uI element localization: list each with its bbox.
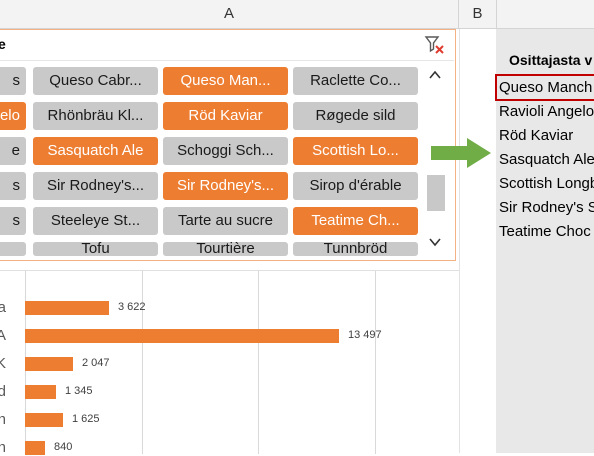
column-divider: [496, 0, 497, 28]
slicer-item[interactable]: Tunnbröd: [293, 242, 418, 256]
slicer-item[interactable]: Sasquatch Ale: [33, 137, 158, 165]
slicer-item[interactable]: Tourtière: [163, 242, 288, 256]
slicer-item[interactable]: Røgede sild: [293, 102, 418, 130]
category-label: d: [0, 383, 6, 400]
chevron-down-icon[interactable]: [428, 235, 442, 249]
data-label: 1 345: [65, 385, 93, 397]
slicer-item[interactable]: e: [0, 137, 26, 165]
list-item[interactable]: Teatime Choc: [499, 223, 591, 240]
category-label: a: [0, 299, 6, 316]
column-header-a[interactable]: A: [0, 0, 458, 28]
slicer-item[interactable]: Schoggi Sch...: [163, 137, 288, 165]
slicer-item[interactable]: Raclette Co...: [293, 67, 418, 95]
bar[interactable]: [25, 357, 73, 371]
category-label: K: [0, 355, 7, 372]
list-item[interactable]: Sasquatch Ale: [499, 151, 594, 168]
helper-list-title: Osittajasta v: [509, 52, 593, 68]
slicer-item[interactable]: Sirop d'érable: [293, 172, 418, 200]
data-label: 13 497: [348, 329, 382, 341]
slicer-item[interactable]: s: [0, 172, 26, 200]
clear-filter-icon[interactable]: [424, 34, 446, 56]
list-item[interactable]: Queso Manch: [499, 79, 592, 96]
chevron-up-icon[interactable]: [428, 68, 442, 82]
slicer-item[interactable]: Rhönbräu Kl...: [33, 102, 158, 130]
slicer-title: e: [0, 36, 6, 52]
slicer-item[interactable]: Scottish Lo...: [293, 137, 418, 165]
data-label: 2 047: [82, 357, 110, 369]
right-arrow-icon: [431, 138, 491, 168]
data-label: 3 622: [118, 301, 146, 313]
bar[interactable]: [25, 385, 56, 399]
gridline: [141, 271, 143, 454]
slicer-item[interactable]: Tofu: [33, 242, 158, 256]
slicer-item[interactable]: Queso Man...: [163, 67, 288, 95]
category-label: n: [0, 439, 6, 456]
slicer-item[interactable]: s: [0, 67, 26, 95]
list-item[interactable]: Scottish Longb: [499, 175, 594, 192]
bar[interactable]: [25, 301, 109, 315]
bar[interactable]: [25, 413, 63, 427]
slicer-item[interactable]: [0, 242, 26, 256]
gridline: [258, 271, 259, 454]
list-item[interactable]: Röd Kaviar: [499, 127, 573, 144]
gridline: [374, 271, 376, 454]
slicer-item[interactable]: Röd Kaviar: [163, 102, 288, 130]
slicer-item[interactable]: Sir Rodney's...: [33, 172, 158, 200]
slicer-header-divider: [0, 60, 454, 61]
slicer-item[interactable]: Tarte au sucre: [163, 207, 288, 235]
column-header-b[interactable]: B: [459, 0, 496, 28]
bar-chart[interactable]: a 3 622 A 13 497 K 2 047 d 1 345 n 1 625 n 840: [0, 270, 459, 456]
slicer-item[interactable]: Teatime Ch...: [293, 207, 418, 235]
data-label: 1 625: [72, 413, 100, 425]
bar[interactable]: [25, 329, 339, 343]
data-label: 840: [54, 441, 73, 453]
slicer-item[interactable]: Steeleye St...: [33, 207, 158, 235]
column-b-cells[interactable]: [459, 29, 496, 453]
category-label: A: [0, 327, 7, 344]
slicer-item[interactable]: Sir Rodney's...: [163, 172, 288, 200]
scrollbar-thumb[interactable]: [427, 175, 445, 211]
slicer-item[interactable]: s: [0, 207, 26, 235]
slicer-item[interactable]: Queso Cabr...: [33, 67, 158, 95]
slicer-item[interactable]: elo: [0, 102, 26, 130]
list-item[interactable]: Sir Rodney's S: [499, 199, 594, 216]
product-slicer[interactable]: e s Queso Cabr... Queso Man... Raclette Co.…: [0, 29, 456, 261]
category-label: n: [0, 411, 6, 428]
column-header-row: A B: [0, 0, 594, 29]
list-item[interactable]: Ravioli Angelo: [499, 103, 594, 120]
